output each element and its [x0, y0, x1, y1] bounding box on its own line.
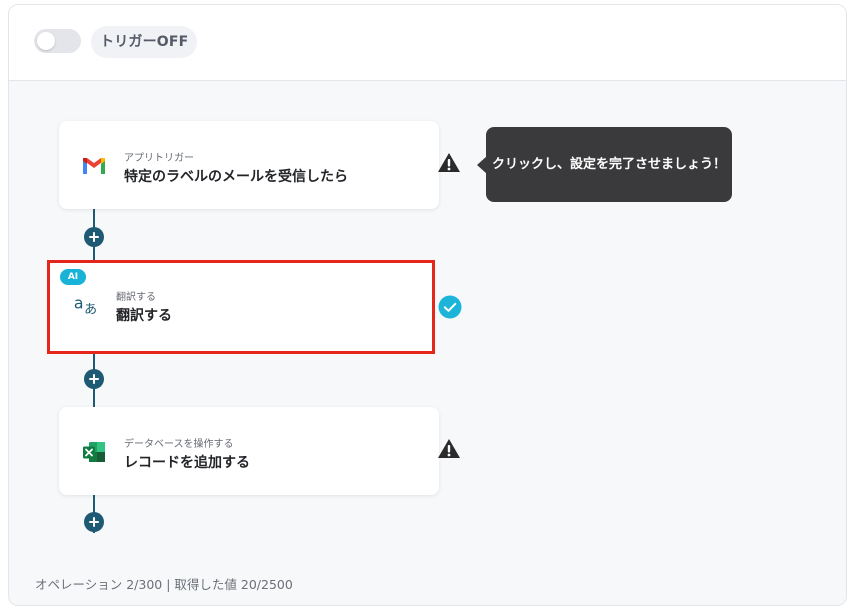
flow-panel: トリガーOFF アプリトリガー 特定のラベルのメールを受信したら クリックし、設…	[8, 4, 847, 606]
translate-icon: a あ	[74, 294, 97, 318]
check-circle-icon	[438, 295, 462, 319]
gmail-icon	[83, 158, 105, 174]
setup-hint-tooltip: クリックし、設定を完了させましょう！	[477, 127, 732, 202]
add-step-button-2[interactable]	[84, 369, 104, 389]
flow-step-translate[interactable]: AI a あ 翻訳する 翻訳する	[47, 260, 435, 354]
step-title: 特定のラベルのメールを受信したら	[124, 169, 348, 185]
svg-text:a: a	[74, 294, 84, 313]
flow-step-database[interactable]: データベースを操作する レコードを追加する	[59, 407, 439, 495]
flow-step-trigger[interactable]: アプリトリガー 特定のラベルのメールを受信したら	[59, 121, 439, 209]
ai-badge: AI	[60, 269, 86, 285]
excel-icon	[83, 442, 105, 462]
add-step-button-1[interactable]	[84, 227, 104, 247]
warning-icon	[438, 439, 460, 458]
step-subtitle: データベースを操作する	[124, 439, 234, 450]
svg-text:あ: あ	[84, 302, 97, 317]
step-title: レコードを追加する	[124, 455, 250, 471]
panel-header: トリガーOFF	[9, 5, 846, 81]
add-step-button-3[interactable]	[84, 512, 104, 532]
usage-summary: オペレーション 2/300 | 取得した値 20/2500	[35, 577, 293, 592]
warning-icon	[438, 153, 460, 172]
trigger-toggle[interactable]	[34, 29, 81, 53]
step-subtitle: 翻訳する	[116, 292, 156, 303]
step-title: 翻訳する	[116, 308, 172, 324]
step-subtitle: アプリトリガー	[124, 153, 194, 164]
toggle-knob	[37, 32, 55, 50]
trigger-status-label: トリガーOFF	[91, 26, 198, 58]
